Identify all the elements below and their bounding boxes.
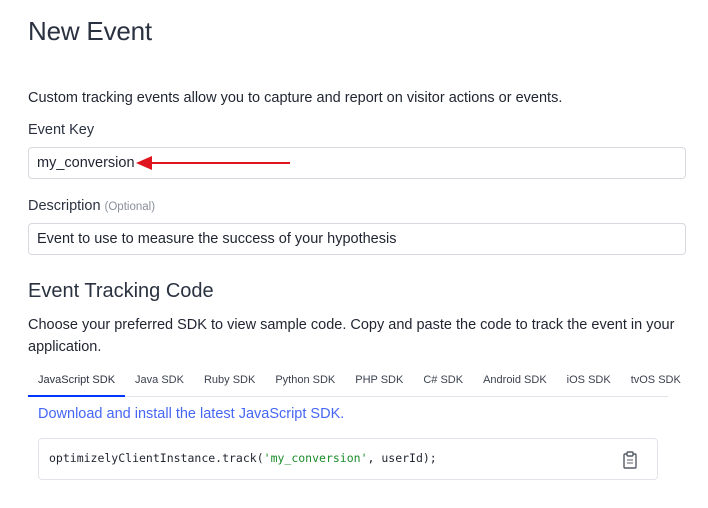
annotation-arrow-icon — [136, 156, 290, 170]
tab-php-sdk[interactable]: PHP SDK — [345, 368, 413, 395]
code-snippet-box: optimizelyClientInstance.track('my_conve… — [38, 438, 658, 480]
tab-csharp-sdk[interactable]: C# SDK — [413, 368, 473, 395]
tab-java-sdk[interactable]: Java SDK — [125, 368, 194, 395]
event-key-value: my_conversion — [37, 155, 135, 171]
tab-tvos-sdk[interactable]: tvOS SDK — [621, 368, 691, 395]
description-label: Description (Optional) — [28, 198, 155, 214]
page-intro-text: Custom tracking events allow you to capt… — [28, 90, 563, 106]
tab-ios-sdk[interactable]: iOS SDK — [557, 368, 621, 395]
code-snippet: optimizelyClientInstance.track('my_conve… — [49, 451, 437, 465]
sdk-tabs: JavaScript SDK Java SDK Ruby SDK Python … — [28, 368, 681, 397]
description-value: Event to use to measure the success of y… — [37, 231, 397, 247]
tab-ruby-sdk[interactable]: Ruby SDK — [194, 368, 265, 395]
description-label-text: Description — [28, 198, 101, 214]
code-string-arg: 'my_conversion' — [263, 451, 368, 465]
clipboard-icon[interactable] — [623, 451, 637, 469]
download-sdk-link[interactable]: Download and install the latest JavaScri… — [38, 406, 344, 422]
tab-javascript-sdk[interactable]: JavaScript SDK — [28, 368, 126, 397]
event-tracking-code-description: Choose your preferred SDK to view sample… — [28, 317, 675, 355]
code-call: optimizelyClientInstance.track( — [49, 451, 264, 465]
event-key-label: Event Key — [28, 122, 95, 138]
page-title: New Event — [28, 16, 152, 46]
description-input[interactable]: Event to use to measure the success of y… — [28, 223, 686, 255]
new-event-page: New Event Custom tracking events allow y… — [0, 0, 708, 508]
event-tracking-code-heading: Event Tracking Code — [28, 280, 214, 302]
event-key-input[interactable]: my_conversion — [28, 147, 686, 179]
optional-hint: (Optional) — [104, 201, 156, 213]
tab-python-sdk[interactable]: Python SDK — [265, 368, 345, 395]
code-suffix: , userId); — [367, 451, 437, 465]
tab-android-sdk[interactable]: Android SDK — [473, 368, 557, 395]
